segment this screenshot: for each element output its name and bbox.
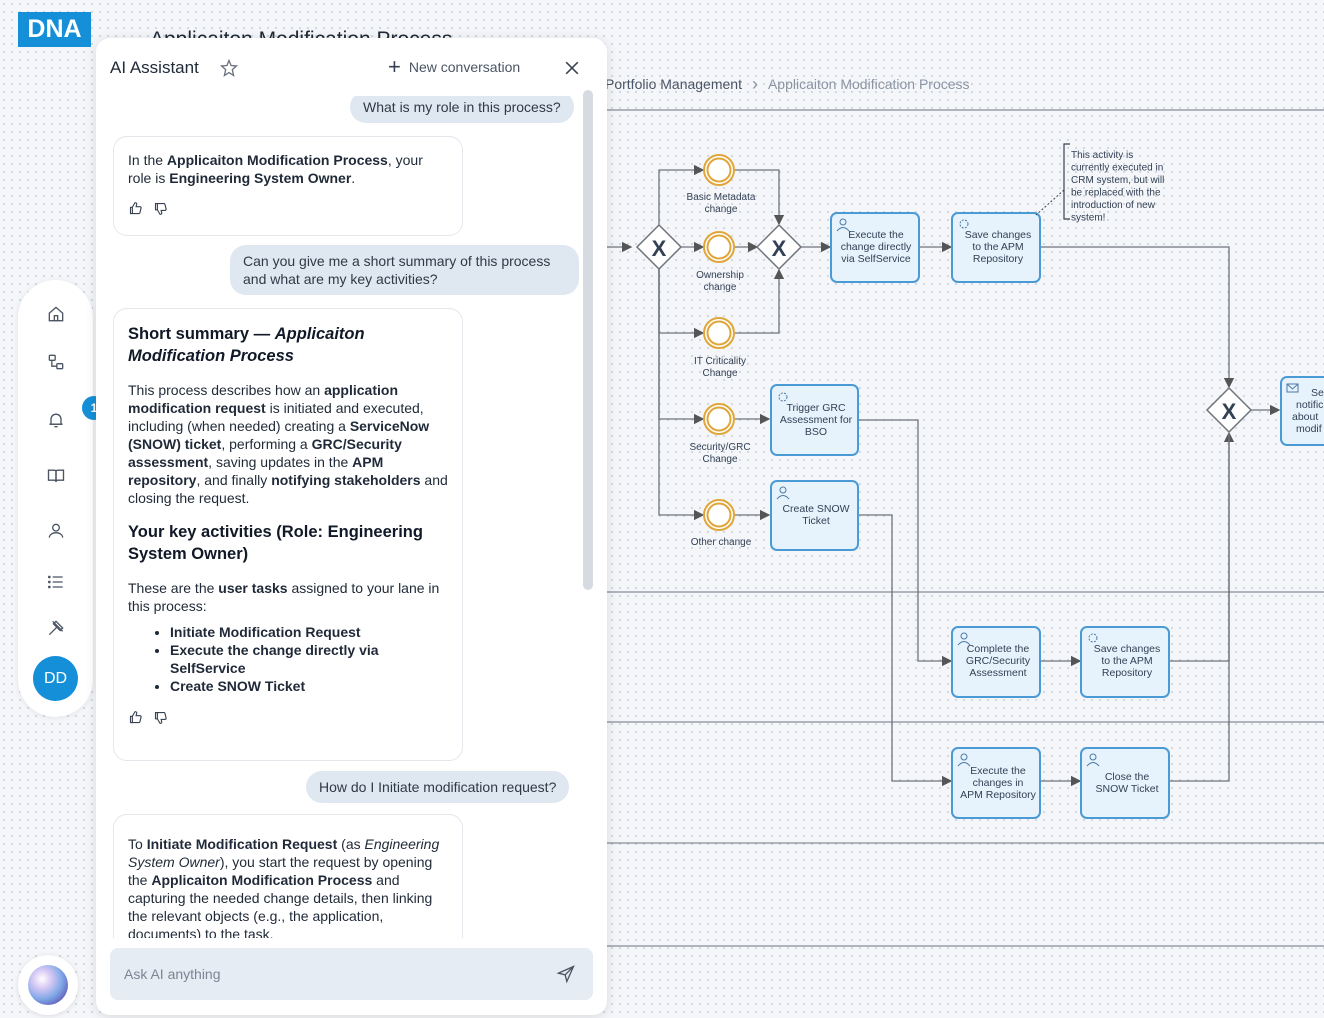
event-circle	[706, 234, 732, 260]
activities-heading: Your key activities (Role: Engineering S…	[128, 523, 423, 563]
message-text: These are the user tasks assigned to you…	[128, 580, 440, 614]
ask-ai-input[interactable]	[110, 948, 550, 1000]
message-text: In the Applicaiton Modification Process,…	[128, 152, 423, 186]
breadcrumb-current: Applicaiton Modification Process	[767, 76, 970, 92]
chevron-right-icon: ›	[751, 74, 758, 94]
close-icon[interactable]	[562, 58, 582, 78]
chat-thread: What is my role in this process? In the …	[96, 96, 607, 938]
ai-panel-title: AI Assistant	[110, 58, 199, 77]
bell-icon[interactable]: 1	[44, 396, 106, 432]
avatar[interactable]: DD	[33, 656, 78, 701]
list-item: Execute the change directly via SelfServ…	[170, 641, 448, 677]
assistant-message: In the Applicaiton Modification Process,…	[113, 136, 463, 236]
svg-text:X: X	[772, 236, 787, 261]
event-label: Ownership	[696, 270, 744, 281]
task-save-changes[interactable]: Save changes to the APM Repository	[951, 212, 1041, 283]
book-icon[interactable]	[44, 464, 68, 488]
event-label: Basic Metadata	[687, 192, 756, 203]
ai-assistant-panel: AI Assistant + New conversation What is …	[96, 38, 607, 1015]
ai-orb-icon	[28, 965, 68, 1005]
ask-ai-input-container	[110, 948, 593, 1000]
thumbs-up-icon[interactable]	[128, 710, 143, 725]
thumbs-down-icon[interactable]	[153, 201, 168, 216]
svg-text:IT CriticalityChange: IT Criticality Change	[694, 356, 746, 379]
event-circle	[706, 320, 732, 346]
breadcrumb-parent[interactable]: Portfolio Management	[605, 76, 742, 92]
svg-text:X: X	[1222, 399, 1237, 424]
task-send-notification[interactable]: Se notific about modif	[1280, 376, 1324, 446]
task-save-changes-2[interactable]: Save changes to the APM Repository	[1080, 626, 1170, 698]
event-circle	[706, 502, 732, 528]
ai-orb-button[interactable]	[18, 955, 78, 1015]
task-complete-grc[interactable]: Complete the GRC/Security Assessment	[951, 626, 1041, 698]
process-diagram[interactable]: X X X Basic Metadata change Ownership chan…	[607, 100, 1324, 1018]
feedback-buttons	[128, 710, 448, 725]
assistant-message: Short summary — Applicaiton Modification…	[113, 308, 463, 761]
exclusive-gateway[interactable]: X	[755, 223, 803, 271]
thumbs-down-icon[interactable]	[153, 710, 168, 725]
svg-text:Basic Metadatachange: Basic Metadata change	[687, 192, 756, 215]
svg-text:Complete theGRC/SecurityAssess: Complete the GRC/Security Assessment	[966, 643, 1031, 679]
pin-icon[interactable]	[219, 58, 239, 78]
svg-text:Security/GRCChange: Security/GRC Change	[689, 442, 750, 465]
message-text: This process describes how an applicatio…	[128, 382, 448, 506]
assistant-message: To Initiate Modification Request (as Eng…	[113, 814, 463, 938]
exclusive-gateway[interactable]: X	[1205, 386, 1253, 434]
list-item: Create SNOW Ticket	[170, 677, 448, 695]
task-close-snow[interactable]: Close the SNOW Ticket	[1080, 747, 1170, 819]
svg-text:Execute thechange directlyvia: Execute the change directly via SelfServic…	[841, 229, 912, 265]
event-label: Other change	[691, 537, 752, 548]
event-circle	[706, 406, 732, 432]
event-label: change	[704, 282, 737, 293]
event-label: IT Criticality	[694, 356, 746, 367]
user-message: What is my role in this process?	[350, 96, 574, 123]
list-icon[interactable]	[44, 570, 68, 594]
breadcrumb: Portfolio Management › Applicaiton Modif…	[605, 74, 970, 94]
svg-text:Save changesto the APMReposito: Save changes to the APM Repository	[1094, 643, 1161, 679]
svg-text:Close theSNOW Ticket: Close the SNOW Ticket	[1095, 771, 1158, 795]
svg-text:X: X	[652, 236, 667, 261]
plus-icon: +	[388, 54, 401, 79]
new-conversation-label: New conversation	[408, 59, 521, 75]
event-circle	[706, 157, 732, 183]
exclusive-gateway[interactable]: X	[635, 223, 683, 271]
task-execute-selfservice[interactable]: Execute the change directly via SelfServic…	[830, 212, 920, 283]
task-trigger-grc[interactable]: Trigger GRC Assessment for BSO	[770, 384, 859, 456]
task-execute-apm[interactable]: Execute the changes in APM Repository	[951, 747, 1041, 819]
event-label: Change	[702, 368, 737, 379]
user-icon[interactable]	[44, 519, 68, 543]
svg-text:Ownershipchange: Ownership change	[696, 270, 744, 293]
svg-text:This activity iscurrently exec: This activity is currently executed in CRM…	[1071, 150, 1164, 224]
message-text: To Initiate Modification Request (as Eng…	[128, 836, 440, 938]
dna-logo[interactable]: DNA	[18, 12, 91, 47]
thumbs-up-icon[interactable]	[128, 201, 143, 216]
summary-heading: Short summary — Applicaiton Modification…	[128, 325, 365, 365]
ai-panel-header: AI Assistant + New conversation	[96, 38, 607, 96]
tools-icon[interactable]	[44, 616, 68, 640]
feedback-buttons	[128, 201, 448, 216]
user-message: Can you give me a short summary of this …	[230, 245, 579, 295]
list-item: Initiate Modification Request	[170, 623, 448, 641]
svg-text:Save changesto the APMReposito: Save changes to the APM Repository	[965, 229, 1032, 265]
event-label: change	[705, 204, 738, 215]
left-navigation: 1 DD	[18, 280, 106, 717]
text-annotation: This activity is currently executed in CRM…	[1035, 143, 1164, 224]
activities-list: Initiate Modification Request Execute th…	[128, 623, 448, 695]
home-icon[interactable]	[44, 302, 68, 326]
task-create-snow[interactable]: Create SNOW Ticket	[770, 480, 859, 551]
event-label: Change	[702, 454, 737, 465]
diagram-canvas[interactable]: X X X Basic Metadata change Ownership chan…	[607, 100, 1324, 1018]
send-icon[interactable]	[556, 964, 576, 984]
user-message: How do I Initiate modification request?	[306, 771, 570, 803]
sequence-flows	[607, 164, 1281, 787]
event-label: Security/GRC	[689, 442, 750, 453]
process-icon[interactable]	[44, 350, 68, 374]
new-conversation-button[interactable]: + New conversation	[388, 54, 521, 79]
